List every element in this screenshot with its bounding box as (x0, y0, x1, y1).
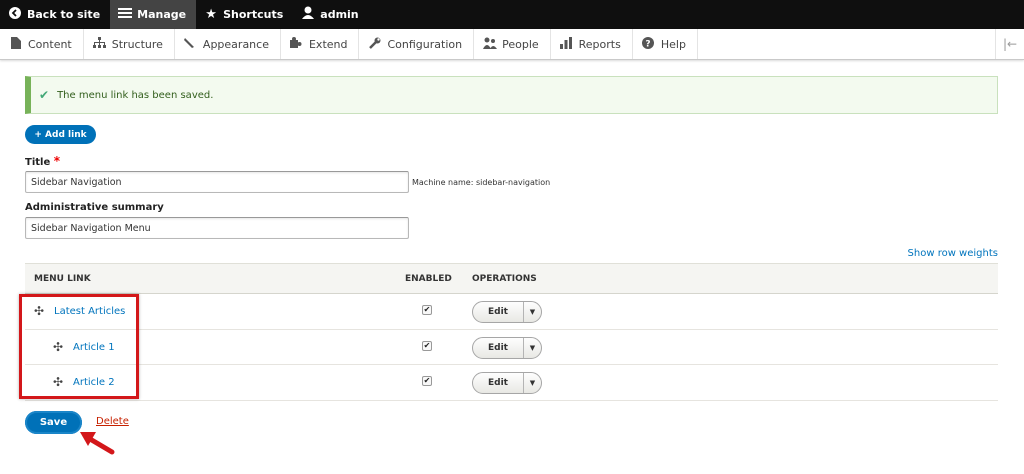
machine-name: Machine name: sidebar-navigation (412, 178, 551, 187)
tray-label-configuration: Configuration (387, 37, 463, 51)
title-input[interactable]: Sidebar Navigation (25, 171, 409, 193)
table-row: ✣ Article 2 ✔ Edit ▼ (25, 365, 998, 401)
edit-button[interactable]: Edit (473, 302, 523, 322)
add-link-button[interactable]: + Add link (25, 125, 96, 144)
tray-label-appearance: Appearance (202, 37, 269, 51)
star-icon: ★ (205, 7, 217, 22)
status-message: ✔ The menu link has been saved. (25, 76, 998, 114)
tray-item-people[interactable]: People (474, 29, 551, 59)
tray-item-help[interactable]: ? Help (633, 29, 698, 59)
annotation-highlight-box (19, 294, 139, 399)
manage-tab[interactable]: Manage (110, 0, 197, 29)
svg-text:?: ? (646, 39, 651, 49)
tray-label-content: Content (28, 37, 72, 51)
table-row: ✣ Latest Articles ✔ Edit ▼ (25, 294, 998, 330)
puzzle-icon (290, 36, 303, 52)
manage-label: Manage (137, 8, 187, 21)
paintbrush-icon (184, 37, 197, 52)
back-arrow-icon (8, 6, 22, 23)
operations-dropbutton: Edit ▼ (472, 301, 542, 323)
show-row-weights-link[interactable]: Show row weights (908, 248, 998, 259)
user-label: admin (320, 8, 359, 21)
tray-label-extend: Extend (308, 37, 348, 51)
shortcuts-tab[interactable]: ★ Shortcuts (196, 0, 293, 29)
tray-label-structure: Structure (111, 37, 163, 51)
edit-button[interactable]: Edit (473, 373, 523, 393)
tray-label-people: People (502, 37, 539, 51)
file-icon (9, 36, 22, 52)
dropdown-toggle-icon[interactable]: ▼ (523, 373, 541, 393)
admin-menu-tray: Content Structure Appearance Extend Conf… (0, 29, 1024, 60)
dropdown-toggle-icon[interactable]: ▼ (523, 337, 541, 358)
tray-label-reports: Reports (578, 37, 621, 51)
edit-button[interactable]: Edit (473, 338, 523, 358)
tray-item-reports[interactable]: Reports (551, 29, 633, 59)
tray-item-extend[interactable]: Extend (281, 29, 360, 59)
user-icon (301, 6, 315, 23)
wrench-icon (368, 37, 381, 52)
required-marker: * (53, 154, 61, 168)
menu-hamburger-icon (118, 7, 133, 23)
operations-dropbutton: Edit ▼ (472, 372, 542, 394)
table-header: MENU LINK ENABLED OPERATIONS (25, 263, 998, 294)
table-row: ✣ Article 1 ✔ Edit ▼ (25, 330, 998, 365)
enabled-checkbox[interactable]: ✔ (422, 376, 432, 386)
title-label: Title * (25, 154, 60, 168)
enabled-checkbox[interactable]: ✔ (422, 305, 432, 315)
help-icon: ? (642, 36, 655, 52)
title-label-text: Title (25, 157, 51, 168)
tray-item-appearance[interactable]: Appearance (175, 29, 281, 59)
bar-chart-icon (560, 36, 573, 52)
tray-label-help: Help (660, 37, 686, 51)
shortcuts-label: Shortcuts (223, 8, 284, 21)
dropdown-toggle-icon[interactable]: ▼ (523, 302, 541, 322)
tray-item-content[interactable]: Content (0, 29, 84, 59)
operations-dropbutton: Edit ▼ (472, 336, 542, 359)
header-operations: OPERATIONS (472, 273, 537, 284)
collapse-arrow-icon: |← (1002, 37, 1018, 51)
header-enabled: ENABLED (405, 273, 452, 284)
status-message-text: The menu link has been saved. (57, 89, 214, 101)
back-to-site-label: Back to site (27, 8, 101, 21)
checkmark-icon: ✔ (39, 88, 50, 102)
enabled-checkbox[interactable]: ✔ (422, 340, 432, 351)
back-to-site-link[interactable]: Back to site (0, 0, 110, 29)
people-icon (483, 37, 498, 52)
header-menu-link: MENU LINK (34, 273, 91, 284)
admin-toolbar: Back to site Manage ★ Shortcuts admin (0, 0, 1024, 29)
annotation-arrow-icon (80, 432, 115, 455)
save-button[interactable]: Save (25, 411, 82, 434)
user-tab[interactable]: admin (293, 0, 368, 29)
tray-orientation-toggle[interactable]: |← (995, 29, 1024, 59)
tray-item-structure[interactable]: Structure (84, 29, 175, 59)
tray-item-configuration[interactable]: Configuration (359, 29, 475, 59)
menu-links-table: MENU LINK ENABLED OPERATIONS ✣ Latest Ar… (25, 263, 998, 401)
summary-label: Administrative summary (25, 202, 164, 213)
summary-input[interactable]: Sidebar Navigation Menu (25, 217, 409, 239)
sitemap-icon (92, 36, 106, 52)
